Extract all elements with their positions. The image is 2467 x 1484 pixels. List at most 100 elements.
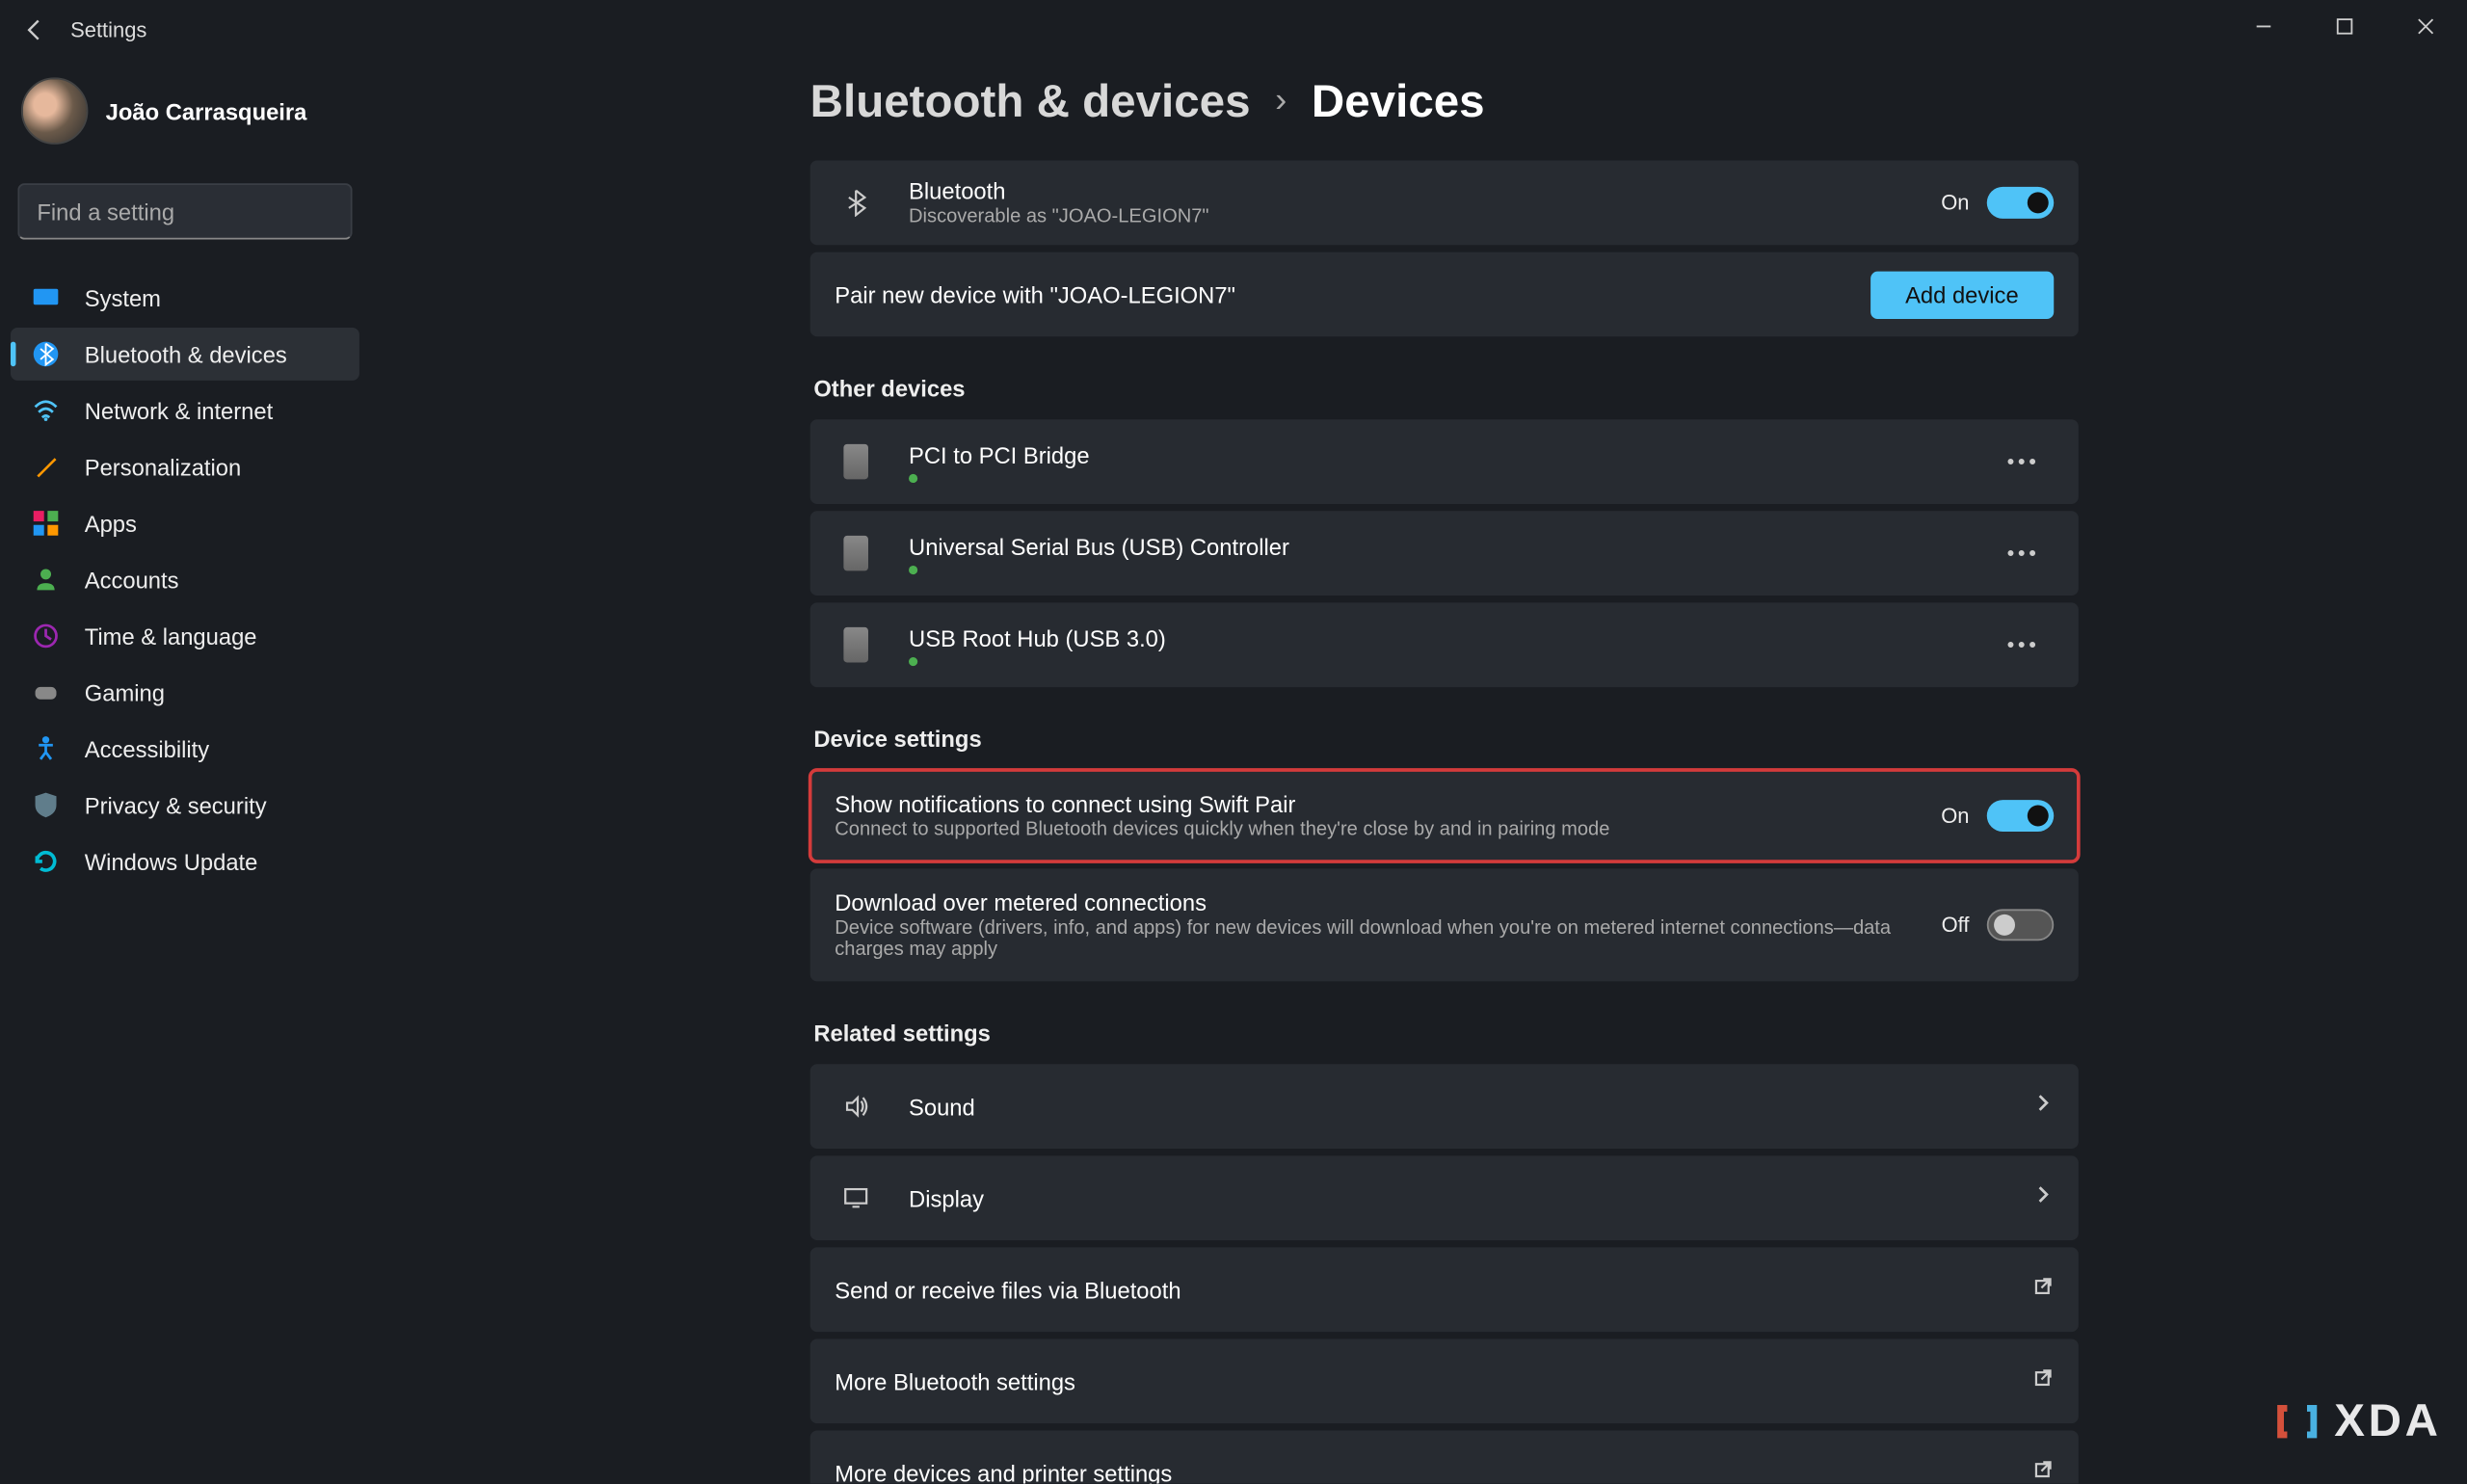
sidebar-item-label: Bluetooth & devices	[85, 341, 287, 367]
device-name: PCI to PCI Bridge	[909, 441, 1993, 467]
display-icon	[835, 1183, 877, 1211]
back-button[interactable]	[14, 9, 57, 51]
shield-icon	[32, 791, 60, 819]
sidebar-item-time-language[interactable]: Time & language	[11, 609, 359, 662]
metered-state-label: Off	[1942, 913, 1970, 938]
device-icon	[835, 444, 877, 480]
sidebar-item-personalization[interactable]: Personalization	[11, 440, 359, 493]
sidebar-item-label: System	[85, 284, 161, 310]
sidebar-item-label: Gaming	[85, 679, 165, 705]
chevron-right-icon	[2033, 1182, 2055, 1214]
related-label: Send or receive files via Bluetooth	[835, 1276, 2032, 1302]
bluetooth-card: Bluetooth Discoverable as "JOAO-LEGION7"…	[810, 160, 2079, 245]
accessibility-icon	[32, 734, 60, 762]
sidebar-item-label: Personalization	[85, 454, 241, 480]
system-icon	[32, 283, 60, 311]
pair-text: Pair new device with "JOAO-LEGION7"	[835, 281, 1870, 307]
swift-pair-toggle[interactable]	[1987, 800, 2054, 832]
device-icon	[835, 536, 877, 571]
sidebar-item-system[interactable]: System	[11, 272, 359, 325]
bluetooth-title: Bluetooth	[909, 178, 1941, 204]
related-send-receive-bluetooth[interactable]: Send or receive files via Bluetooth	[810, 1247, 2079, 1332]
main-content: Bluetooth & devices › Devices Bluetooth …	[423, 53, 2466, 1483]
chevron-right-icon: ›	[1275, 81, 1287, 121]
sidebar-item-bluetooth-devices[interactable]: Bluetooth & devices	[11, 328, 359, 381]
related-label: Display	[909, 1184, 2032, 1210]
sidebar-item-label: Apps	[85, 510, 137, 536]
sidebar-item-label: Network & internet	[85, 397, 273, 423]
bluetooth-icon	[32, 340, 60, 368]
sidebar-item-privacy[interactable]: Privacy & security	[11, 779, 359, 832]
section-related-settings: Related settings	[814, 1020, 2080, 1046]
breadcrumb: Bluetooth & devices › Devices	[810, 74, 2079, 129]
titlebar: Settings	[0, 0, 2466, 60]
nav-list: System Bluetooth & devices Network & int…	[11, 272, 359, 888]
profile-name: João Carrasqueira	[106, 97, 307, 123]
related-display[interactable]: Display	[810, 1155, 2079, 1240]
device-more-button[interactable]: •••	[1993, 442, 2054, 481]
device-name: USB Root Hub (USB 3.0)	[909, 624, 1993, 650]
metered-subtitle: Device software (drivers, info, and apps…	[835, 917, 1941, 960]
related-sound[interactable]: Sound	[810, 1064, 2079, 1149]
gamepad-icon	[32, 678, 60, 706]
close-button[interactable]	[2385, 0, 2466, 53]
sidebar-item-gaming[interactable]: Gaming	[11, 666, 359, 719]
related-label: Sound	[909, 1093, 2032, 1119]
minimize-button[interactable]	[2223, 0, 2304, 53]
device-row: Universal Serial Bus (USB) Controller ••…	[810, 511, 2079, 596]
xda-logo-icon	[2270, 1394, 2323, 1447]
related-more-bluetooth[interactable]: More Bluetooth settings	[810, 1338, 2079, 1423]
sidebar-item-label: Accounts	[85, 567, 179, 593]
sidebar-item-label: Accessibility	[85, 735, 209, 761]
avatar	[21, 77, 88, 144]
section-device-settings: Device settings	[814, 726, 2080, 752]
metered-setting: Download over metered connections Device…	[810, 868, 2079, 981]
search-box[interactable]	[17, 183, 352, 239]
bluetooth-toggle[interactable]	[1987, 187, 2054, 219]
bluetooth-state-label: On	[1941, 190, 1969, 215]
device-more-button[interactable]: •••	[1993, 534, 2054, 572]
pair-device-card: Pair new device with "JOAO-LEGION7" Add …	[810, 252, 2079, 336]
swift-pair-subtitle: Connect to supported Bluetooth devices q…	[835, 819, 1941, 840]
metered-toggle[interactable]	[1987, 909, 2054, 941]
add-device-button[interactable]: Add device	[1870, 271, 2055, 318]
wifi-icon	[32, 396, 60, 424]
sidebar-item-apps[interactable]: Apps	[11, 496, 359, 549]
external-link-icon	[2033, 1365, 2055, 1397]
status-dot	[909, 565, 917, 573]
related-more-devices-printers[interactable]: More devices and printer settings	[810, 1430, 2079, 1483]
sidebar-item-network[interactable]: Network & internet	[11, 384, 359, 437]
bluetooth-subtitle: Discoverable as "JOAO-LEGION7"	[909, 206, 1941, 227]
sidebar-item-accessibility[interactable]: Accessibility	[11, 722, 359, 775]
device-more-button[interactable]: •••	[1993, 625, 2054, 664]
sidebar-item-accounts[interactable]: Accounts	[11, 553, 359, 606]
clock-icon	[32, 622, 60, 649]
sidebar-item-label: Time & language	[85, 623, 257, 649]
status-dot	[909, 656, 917, 665]
maximize-button[interactable]	[2304, 0, 2385, 53]
external-link-icon	[2033, 1274, 2055, 1306]
device-icon	[835, 627, 877, 663]
update-icon	[32, 847, 60, 875]
sound-icon	[835, 1092, 877, 1120]
person-icon	[32, 566, 60, 594]
device-row: USB Root Hub (USB 3.0) •••	[810, 602, 2079, 687]
sidebar-item-windows-update[interactable]: Windows Update	[11, 835, 359, 888]
search-input[interactable]	[37, 199, 347, 225]
swift-pair-state-label: On	[1941, 804, 1969, 829]
watermark-text: XDA	[2334, 1393, 2441, 1448]
section-other-devices: Other devices	[814, 375, 2080, 401]
swift-pair-title: Show notifications to connect using Swif…	[835, 791, 1941, 817]
breadcrumb-parent[interactable]: Bluetooth & devices	[810, 74, 1251, 129]
device-name: Universal Serial Bus (USB) Controller	[909, 533, 1993, 559]
chevron-right-icon	[2033, 1091, 2055, 1123]
related-label: More Bluetooth settings	[835, 1367, 2032, 1393]
sidebar-item-label: Windows Update	[85, 848, 258, 874]
external-link-icon	[2033, 1457, 2055, 1483]
bluetooth-icon	[835, 189, 877, 217]
window-title: Settings	[70, 17, 146, 42]
device-row: PCI to PCI Bridge •••	[810, 419, 2079, 504]
profile[interactable]: João Carrasqueira	[11, 66, 359, 154]
related-label: More devices and printer settings	[835, 1459, 2032, 1483]
breadcrumb-current: Devices	[1312, 74, 1485, 129]
